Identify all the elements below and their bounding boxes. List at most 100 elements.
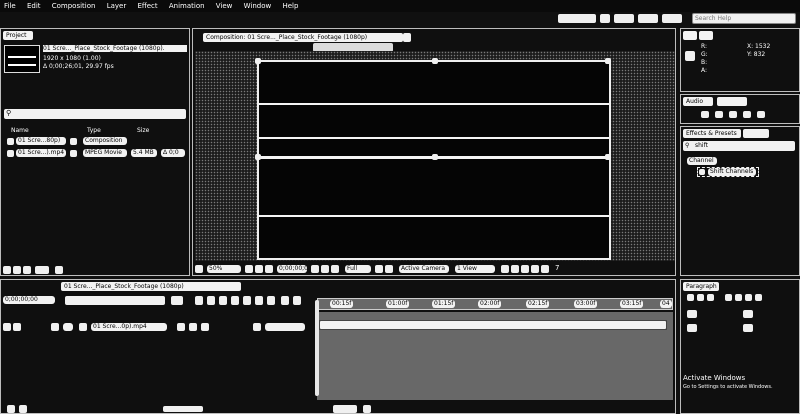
- list-item[interactable]: 01 Scre...80p) Composition: [3, 137, 187, 146]
- next-frame-icon[interactable]: [743, 111, 751, 118]
- draft-3d-icon[interactable]: [195, 296, 203, 305]
- zoom-out-icon[interactable]: [333, 405, 357, 413]
- timeline-icon[interactable]: [521, 265, 529, 273]
- transform-handle[interactable]: [432, 58, 438, 64]
- play-icon[interactable]: [729, 111, 737, 118]
- tab-project[interactable]: Project: [3, 31, 33, 40]
- effects-search-input[interactable]: ⚲ shift: [683, 141, 795, 151]
- camera-dropdown[interactable]: Active Camera: [399, 265, 449, 273]
- menu-animation[interactable]: Animation: [169, 2, 205, 10]
- tab-paragraph[interactable]: Paragraph: [683, 282, 719, 291]
- menu-layer[interactable]: Layer: [107, 2, 127, 10]
- resolution-dropdown[interactable]: Full: [345, 265, 371, 273]
- new-composition-icon[interactable]: [23, 266, 31, 274]
- zoom-dropdown[interactable]: 50%: [207, 265, 241, 273]
- grid-icon[interactable]: [255, 265, 263, 273]
- tab-info-2[interactable]: [699, 31, 713, 40]
- comp-mini-flowchart-icon[interactable]: [171, 296, 183, 305]
- graph-editor-icon[interactable]: [243, 296, 251, 305]
- justify-left-icon[interactable]: [725, 294, 732, 301]
- parent-dropdown[interactable]: [265, 323, 305, 331]
- tab-effects-presets[interactable]: Effects & Presets: [683, 129, 741, 138]
- transform-handle[interactable]: [255, 58, 261, 64]
- tab-info[interactable]: [683, 31, 697, 40]
- new-folder-icon[interactable]: [13, 266, 21, 274]
- indent-first-icon[interactable]: [687, 324, 697, 332]
- view-layout-dropdown[interactable]: 1 View: [455, 265, 495, 273]
- fx-switch-icon[interactable]: [201, 323, 209, 331]
- composition-frame[interactable]: [255, 58, 611, 260]
- justify-all-icon[interactable]: [755, 294, 762, 301]
- composition-viewport[interactable]: [195, 51, 675, 261]
- align-center-icon[interactable]: [697, 294, 704, 301]
- menu-file[interactable]: File: [4, 2, 16, 10]
- toggle-modes-icon[interactable]: [19, 405, 27, 413]
- time-ruler[interactable]: 00:15f 01:00f 01:15f 02:00f 02:15f 03:00…: [317, 298, 673, 310]
- toggle-pixel-aspect-icon[interactable]: [501, 265, 509, 273]
- tab-align[interactable]: [743, 129, 769, 138]
- toggle-switches-icon[interactable]: [7, 405, 15, 413]
- menu-effect[interactable]: Effect: [137, 2, 157, 10]
- first-frame-icon[interactable]: [701, 111, 709, 118]
- space-before-icon[interactable]: [743, 324, 753, 332]
- previous-frame-icon[interactable]: [715, 111, 723, 118]
- current-time-indicator[interactable]: [315, 300, 319, 396]
- last-frame-icon[interactable]: [757, 111, 765, 118]
- menu-window[interactable]: Window: [244, 2, 272, 10]
- color-channel-icon[interactable]: [331, 265, 339, 273]
- timeline-search-input[interactable]: [65, 296, 165, 305]
- transform-handle[interactable]: [605, 154, 611, 160]
- parent-pickwhip-icon[interactable]: [253, 323, 261, 331]
- justify-right-icon[interactable]: [745, 294, 752, 301]
- tab-preview[interactable]: [717, 97, 747, 106]
- mask-visibility-icon[interactable]: [265, 265, 273, 273]
- show-snapshot-icon[interactable]: [321, 265, 329, 273]
- menu-composition[interactable]: Composition: [52, 2, 96, 10]
- workspace-button-2[interactable]: [614, 14, 634, 23]
- interpret-footage-icon[interactable]: [3, 266, 11, 274]
- timecode-display[interactable]: 0;00;00;00: [3, 296, 55, 304]
- trash-icon[interactable]: [55, 266, 63, 274]
- align-right-icon[interactable]: [707, 294, 714, 301]
- col-header-size[interactable]: Size: [137, 127, 149, 134]
- shy-switch-icon[interactable]: [177, 323, 185, 331]
- zoom-slider[interactable]: [163, 406, 203, 412]
- frame-blending-icon[interactable]: [219, 296, 227, 305]
- col-header-type[interactable]: Type: [87, 127, 101, 134]
- workspace-button-3[interactable]: [638, 14, 658, 23]
- region-of-interest-icon[interactable]: [375, 265, 383, 273]
- tab-audio[interactable]: Audio: [683, 97, 713, 106]
- indent-right-icon[interactable]: [743, 310, 753, 318]
- effects-category-channel[interactable]: Channel: [687, 157, 717, 165]
- snapshot-icon[interactable]: [311, 265, 319, 273]
- workspace-button-4[interactable]: [662, 14, 682, 23]
- solo-icon[interactable]: [281, 296, 289, 305]
- brainstorm-icon[interactable]: [267, 296, 275, 305]
- audio-toggle-icon[interactable]: [13, 323, 21, 331]
- transform-handle[interactable]: [605, 58, 611, 64]
- color-depth-button[interactable]: [35, 266, 49, 274]
- anchor-point-handle[interactable]: [432, 154, 438, 160]
- justify-center-icon[interactable]: [735, 294, 742, 301]
- workspace-dropdown[interactable]: [558, 14, 596, 23]
- col-header-name[interactable]: Name: [11, 127, 29, 134]
- transparency-grid-icon[interactable]: [385, 265, 393, 273]
- layer-label-icon[interactable]: [51, 323, 59, 331]
- layer-duration-bar[interactable]: [319, 320, 667, 330]
- hide-shy-icon[interactable]: [207, 296, 215, 305]
- always-preview-icon[interactable]: [195, 265, 203, 273]
- visibility-icon[interactable]: [3, 323, 11, 331]
- tab-timeline[interactable]: 01 Scre..._Place_Stock_Footage (1080p): [61, 282, 241, 291]
- zoom-in-icon[interactable]: [363, 405, 371, 413]
- layer-name[interactable]: 01 Scre...0p).mp4: [91, 323, 167, 331]
- align-left-icon[interactable]: [687, 294, 694, 301]
- fit-icon[interactable]: [245, 265, 253, 273]
- motion-blur-icon[interactable]: [231, 296, 239, 305]
- menu-help[interactable]: Help: [282, 2, 298, 10]
- track-area[interactable]: [317, 312, 673, 400]
- indent-left-icon[interactable]: [687, 310, 697, 318]
- exposure-icon[interactable]: [541, 265, 549, 273]
- project-search-input[interactable]: ⚲: [4, 109, 186, 119]
- tab-footage[interactable]: [403, 33, 411, 42]
- menu-view[interactable]: View: [216, 2, 233, 10]
